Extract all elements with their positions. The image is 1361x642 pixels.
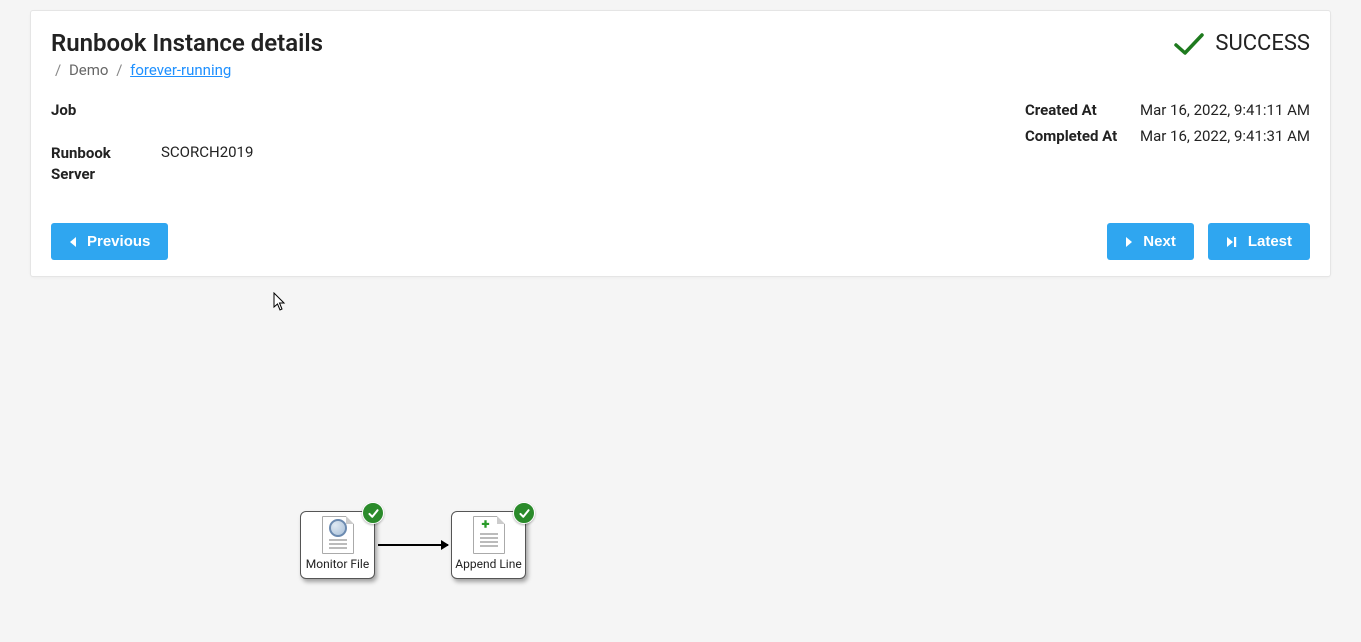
server-value: SCORCH2019 [161, 143, 253, 185]
completed-value: Mar 16, 2022, 9:41:31 AM [1140, 127, 1310, 145]
caret-right-icon [1125, 237, 1133, 247]
workflow-canvas[interactable]: Monitor File Append Line [0, 277, 1361, 627]
breadcrumb-folder[interactable]: Demo [69, 61, 109, 79]
cursor-icon [273, 292, 287, 317]
button-row: Previous Next Latest [51, 223, 1310, 260]
header-row: Runbook Instance details / Demo / foreve… [51, 29, 1310, 79]
file-monitor-icon [322, 516, 354, 554]
status-badge: SUCCESS [1173, 31, 1310, 56]
details-card: Runbook Instance details / Demo / foreve… [30, 10, 1331, 277]
activity-append-line[interactable]: Append Line [451, 511, 526, 579]
caret-left-icon [69, 237, 77, 247]
page-fold-icon [346, 516, 354, 524]
button-group-right: Next Latest [1107, 223, 1310, 260]
latest-button-label: Latest [1248, 233, 1292, 250]
created-field: Created At Mar 16, 2022, 9:41:11 AM [1025, 101, 1310, 119]
activity-label: Append Line [455, 557, 521, 571]
file-append-icon [473, 516, 505, 554]
breadcrumb-sep: / [116, 61, 122, 79]
details-row: Job Runbook Server SCORCH2019 Created At… [51, 101, 1310, 185]
activity-label: Monitor File [306, 557, 369, 571]
job-field: Job [51, 101, 253, 119]
checkmark-icon [1173, 32, 1205, 56]
completed-label: Completed At [1025, 127, 1140, 145]
title-section: Runbook Instance details / Demo / foreve… [51, 29, 323, 79]
success-badge-icon [362, 502, 384, 524]
status-label: SUCCESS [1215, 31, 1310, 56]
connector-arrow[interactable] [378, 544, 448, 546]
activity-monitor-file[interactable]: Monitor File [300, 511, 375, 579]
breadcrumb: / Demo / forever-running [51, 61, 323, 79]
workflow: Monitor File Append Line [300, 511, 526, 579]
details-right: Created At Mar 16, 2022, 9:41:11 AM Comp… [1025, 101, 1310, 185]
page-title: Runbook Instance details [51, 29, 323, 57]
breadcrumb-runbook-link[interactable]: forever-running [130, 61, 231, 79]
server-field: Runbook Server SCORCH2019 [51, 143, 253, 185]
skip-end-icon [1226, 237, 1238, 247]
completed-field: Completed At Mar 16, 2022, 9:41:31 AM [1025, 127, 1310, 145]
page-fold-icon [497, 516, 505, 524]
job-label: Job [51, 101, 161, 119]
created-label: Created At [1025, 101, 1140, 119]
previous-button-label: Previous [87, 233, 150, 250]
previous-button[interactable]: Previous [51, 223, 168, 260]
success-badge-icon [513, 502, 535, 524]
next-button[interactable]: Next [1107, 223, 1194, 260]
details-left: Job Runbook Server SCORCH2019 [51, 101, 253, 185]
created-value: Mar 16, 2022, 9:41:11 AM [1140, 101, 1310, 119]
next-button-label: Next [1143, 233, 1176, 250]
button-group-left: Previous [51, 223, 168, 260]
server-label: Runbook Server [51, 143, 161, 185]
breadcrumb-sep: / [55, 61, 61, 79]
latest-button[interactable]: Latest [1208, 223, 1310, 260]
